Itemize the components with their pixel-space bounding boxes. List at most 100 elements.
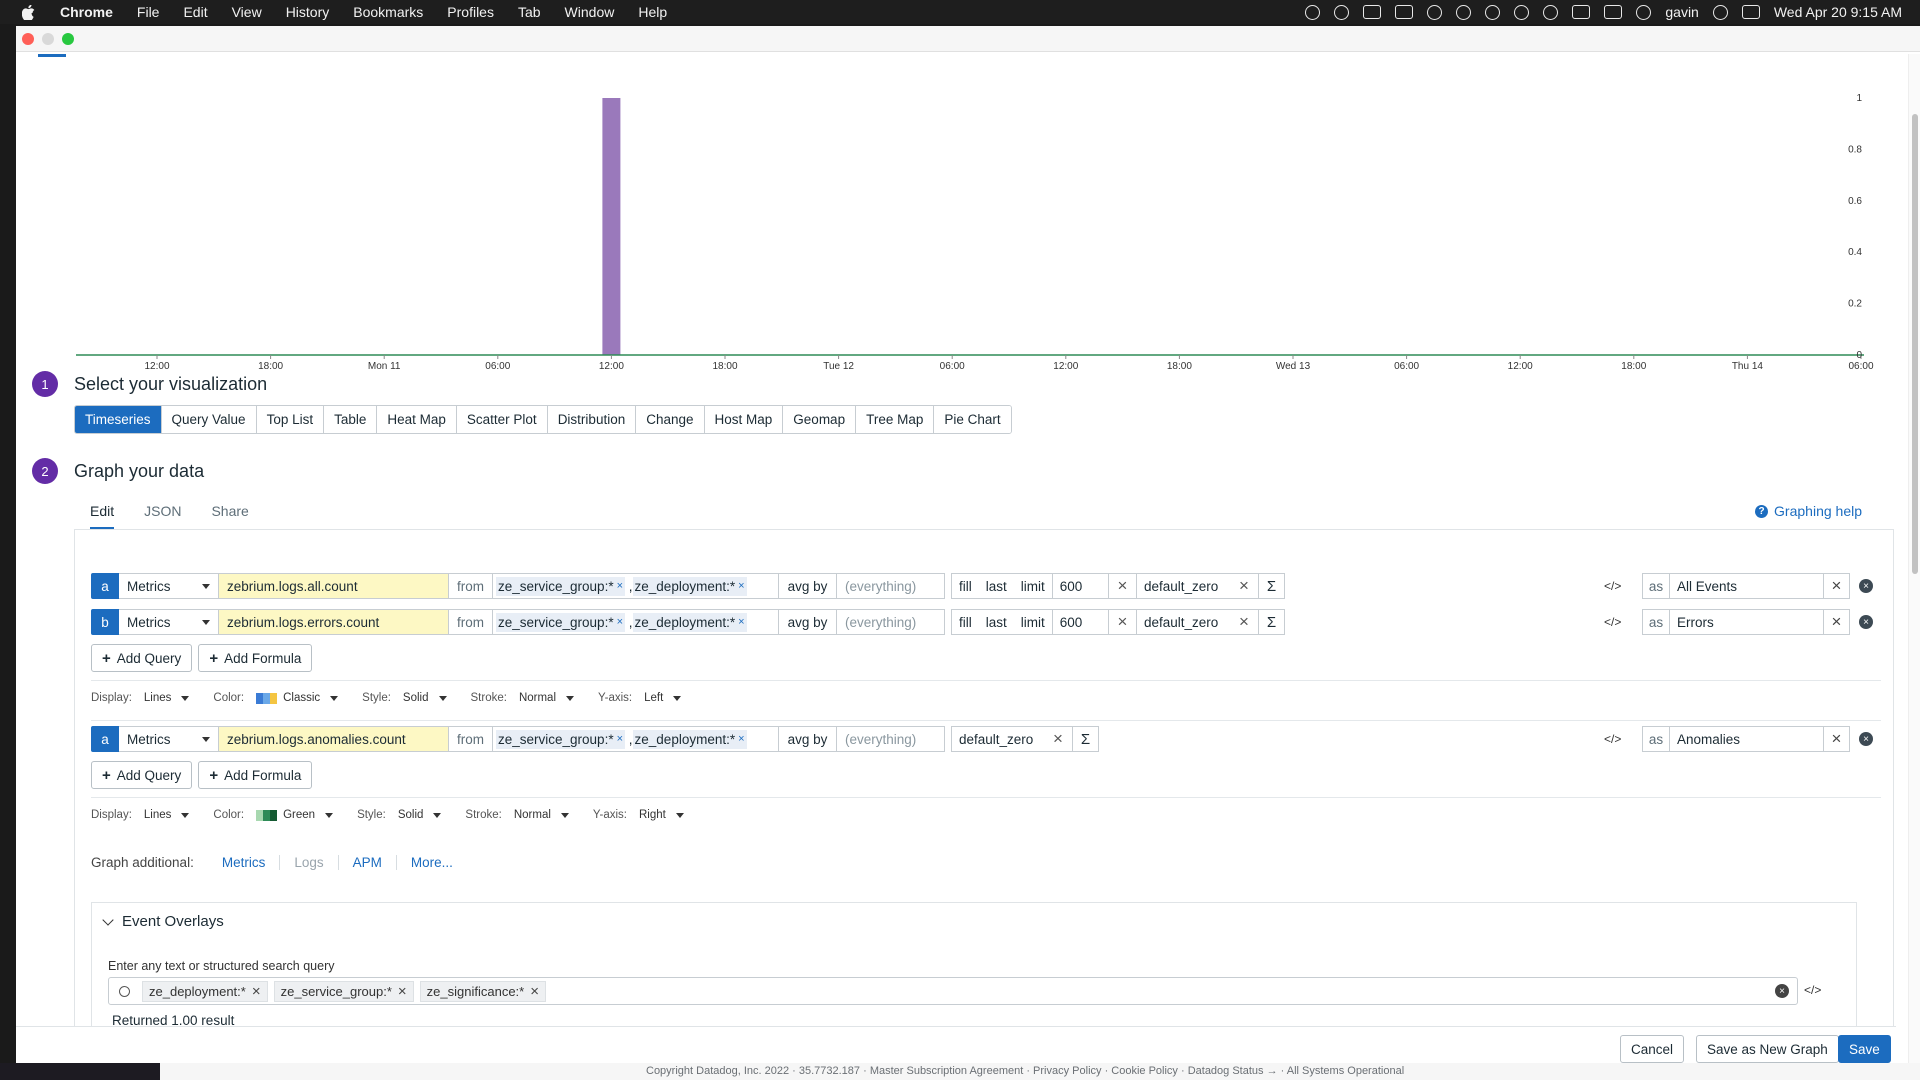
rollup-function[interactable]: default_zero ×: [951, 726, 1073, 752]
remove-query-icon[interactable]: ×: [1859, 732, 1873, 746]
viz-tab-scatter-plot[interactable]: Scatter Plot: [456, 406, 548, 433]
apple-icon[interactable]: [20, 4, 36, 20]
chevron-down-icon[interactable]: [673, 695, 682, 701]
zoom-icon[interactable]: [1363, 5, 1382, 19]
menu-bookmarks[interactable]: Bookmarks: [341, 0, 435, 24]
add-formula-button[interactable]: + Add Formula: [198, 644, 313, 672]
code-icon[interactable]: </>: [1604, 615, 1624, 629]
graphing-help-link[interactable]: ? Graphing help: [1755, 503, 1862, 519]
viz-tab-geomap[interactable]: Geomap: [783, 406, 857, 433]
group-by-input[interactable]: (everything): [837, 573, 945, 599]
remove-query-icon[interactable]: ×: [1859, 579, 1873, 593]
viz-tab-change[interactable]: Change: [636, 406, 705, 433]
page-scrollbar[interactable]: [1908, 54, 1920, 1063]
remove-tag-icon[interactable]: ×: [738, 733, 744, 745]
close-icon[interactable]: ×: [530, 983, 539, 1000]
chevron-down-icon[interactable]: [330, 695, 339, 701]
viz-tab-host-map[interactable]: Host Map: [704, 406, 784, 433]
graph-additional-more-link[interactable]: More...: [397, 855, 467, 870]
menu-tab[interactable]: Tab: [506, 0, 553, 24]
remove-tag-icon[interactable]: ×: [738, 580, 744, 592]
alias-input[interactable]: Anomalies: [1670, 726, 1824, 752]
alias-input[interactable]: Errors: [1670, 609, 1824, 635]
limit-function[interactable]: fill last limit 600 ×: [951, 609, 1137, 635]
menu-history[interactable]: History: [274, 0, 342, 24]
display-select[interactable]: Lines: [144, 692, 172, 704]
tag-filter-input[interactable]: ze_service_group:* × , ze_deployment:* ×: [493, 573, 779, 599]
query-letter[interactable]: a: [91, 573, 119, 599]
display-select[interactable]: Lines: [144, 809, 172, 821]
close-icon[interactable]: ×: [1824, 573, 1850, 599]
close-icon[interactable]: ×: [1824, 609, 1850, 635]
chevron-down-icon[interactable]: [181, 695, 190, 701]
stroke-select[interactable]: Normal: [514, 809, 551, 821]
remove-tag-icon[interactable]: ×: [617, 733, 623, 745]
tag-filter-input[interactable]: ze_service_group:* × , ze_deployment:* ×: [493, 609, 779, 635]
viz-tab-top-list[interactable]: Top List: [256, 406, 325, 433]
graph-additional-metrics-link[interactable]: Metrics: [208, 855, 281, 870]
spotlight-icon[interactable]: [1712, 4, 1728, 20]
close-icon[interactable]: ×: [1044, 727, 1072, 751]
alias-input[interactable]: All Events: [1670, 573, 1824, 599]
event-search-input[interactable]: ze_deployment:* × ze_service_group:* × ze_…: [108, 977, 1798, 1005]
user-name[interactable]: gavin: [1665, 4, 1698, 20]
viz-tab-timeseries[interactable]: Timeseries: [75, 406, 162, 433]
save-button[interactable]: Save: [1838, 1035, 1891, 1063]
chevron-down-icon[interactable]: [433, 812, 442, 818]
limit-value[interactable]: 600: [1051, 574, 1108, 598]
tab-edit[interactable]: Edit: [90, 503, 115, 529]
zoom-window-button[interactable]: [62, 32, 74, 45]
code-icon[interactable]: </>: [1604, 579, 1624, 593]
aggregator-select[interactable]: avg by: [779, 726, 837, 752]
chevron-down-icon[interactable]: [181, 812, 190, 818]
code-icon[interactable]: </>: [1804, 983, 1821, 997]
metric-input[interactable]: zebrium.logs.all.count: [219, 573, 449, 599]
viz-tab-table[interactable]: Table: [324, 406, 378, 433]
menu-window[interactable]: Window: [553, 0, 627, 24]
add-query-button[interactable]: + Add Query: [91, 761, 193, 789]
remove-tag-icon[interactable]: ×: [738, 616, 744, 628]
style-select[interactable]: Solid: [403, 692, 429, 704]
sigma-icon[interactable]: Σ: [1073, 726, 1099, 752]
chevron-down-icon[interactable]: [438, 695, 447, 701]
battery-icon[interactable]: [1572, 5, 1591, 19]
chevron-down-icon[interactable]: [560, 812, 569, 818]
remove-tag-icon[interactable]: ×: [617, 616, 623, 628]
record-icon[interactable]: [1427, 4, 1443, 20]
menu-profiles[interactable]: Profiles: [435, 0, 506, 24]
stroke-select[interactable]: Normal: [519, 692, 556, 704]
event-overlays-header[interactable]: Event Overlays: [102, 913, 224, 930]
style-select[interactable]: Solid: [398, 809, 424, 821]
scrollbar-thumb[interactable]: [1912, 114, 1918, 574]
sigma-icon[interactable]: Σ: [1259, 609, 1285, 635]
sigma-icon[interactable]: Σ: [1259, 573, 1285, 599]
cancel-button[interactable]: Cancel: [1620, 1035, 1685, 1063]
tag-filter-input[interactable]: ze_service_group:* × , ze_deployment:* ×: [493, 726, 779, 752]
chevron-down-icon[interactable]: [325, 812, 334, 818]
tab-json[interactable]: JSON: [144, 503, 181, 529]
menu-app-name[interactable]: Chrome: [48, 0, 125, 24]
add-query-button[interactable]: + Add Query: [91, 644, 193, 672]
query-letter[interactable]: a: [91, 726, 119, 752]
close-icon[interactable]: ×: [252, 983, 261, 1000]
viz-tab-tree-map[interactable]: Tree Map: [856, 406, 935, 433]
graph-additional-apm-link[interactable]: APM: [339, 855, 397, 870]
data-source-select[interactable]: Metrics: [119, 609, 219, 635]
rollup-function[interactable]: default_zero ×: [1137, 573, 1259, 599]
add-formula-button[interactable]: + Add Formula: [198, 761, 313, 789]
close-icon[interactable]: ×: [1230, 610, 1258, 634]
volume-icon[interactable]: [1485, 4, 1501, 20]
bluetooth-icon[interactable]: [1543, 4, 1559, 20]
save-as-new-graph-button[interactable]: Save as New Graph: [1696, 1035, 1839, 1063]
code-icon[interactable]: </>: [1604, 732, 1624, 746]
data-source-select[interactable]: Metrics: [119, 726, 219, 752]
color-select[interactable]: Classic: [283, 692, 320, 704]
close-icon[interactable]: ×: [1824, 726, 1850, 752]
menu-edit[interactable]: Edit: [171, 0, 219, 24]
chevron-down-icon[interactable]: [566, 695, 574, 701]
chevron-down-icon[interactable]: [675, 812, 684, 818]
status-app-icon[interactable]: [1305, 4, 1321, 20]
yaxis-select[interactable]: Left: [644, 692, 663, 704]
close-window-button[interactable]: [22, 32, 34, 45]
calendar-icon[interactable]: [1395, 5, 1414, 19]
